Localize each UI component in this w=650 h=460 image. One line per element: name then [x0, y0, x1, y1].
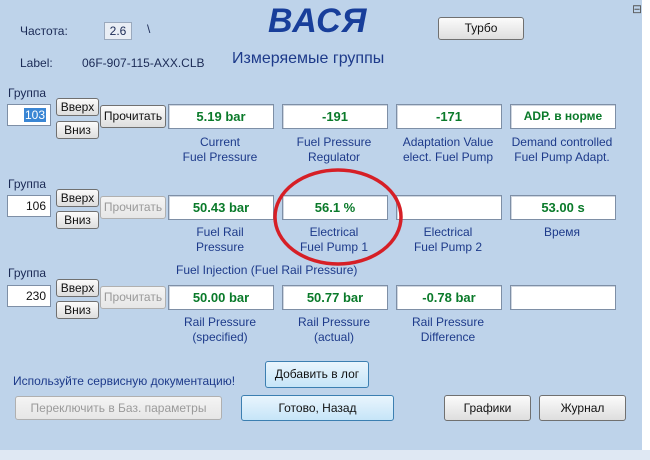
- field-description: Fuel Pressure Regulator: [296, 135, 372, 164]
- group-number-input[interactable]: 103: [7, 104, 51, 126]
- done-back-button[interactable]: Готово, Назад: [241, 395, 394, 421]
- value-field: ADP. в норме: [510, 104, 616, 129]
- field-description: Fuel Rail Pressure: [195, 225, 245, 254]
- group-down-button[interactable]: Вниз: [56, 301, 99, 319]
- frequency-value: 2.6: [104, 22, 132, 40]
- field-description: Rail Pressure (specified): [183, 315, 257, 344]
- service-docs-note: Используйте сервисную документацию!: [13, 374, 236, 388]
- read-group-button[interactable]: Прочитать: [100, 105, 166, 128]
- group-down-button[interactable]: Вниз: [56, 121, 99, 139]
- group-down-button[interactable]: Вниз: [56, 211, 99, 229]
- graphs-button[interactable]: Графики: [444, 395, 531, 421]
- field-description: Adaptation Value elect. Fuel Pump: [402, 135, 494, 164]
- group-label: Группа: [8, 266, 47, 280]
- window-bottom-strip: [0, 450, 650, 460]
- window-edge: [642, 0, 650, 450]
- group-up-button[interactable]: Вверх: [56, 279, 99, 297]
- value-field: -0.78 bar: [396, 285, 502, 310]
- group-label: Группа: [8, 86, 47, 100]
- journal-button[interactable]: Журнал: [539, 395, 626, 421]
- group-number-value: 103: [23, 108, 46, 122]
- group-up-button[interactable]: Вверх: [56, 189, 99, 207]
- value-field: 50.00 bar: [168, 285, 274, 310]
- measuring-groups-window: Частота: 2.6 \ Label: 06F-907-115-AXX.CL…: [0, 0, 643, 451]
- frequency-label: Частота:: [20, 24, 68, 38]
- measuring-groups-title: Измеряемые группы: [232, 50, 385, 67]
- app-title: ВАСЯ: [268, 2, 368, 40]
- value-field: -171: [396, 104, 502, 129]
- switch-basic-params-button[interactable]: Переключить в Баз. параметры: [15, 396, 222, 420]
- value-field: 5.19 bar: [168, 104, 274, 129]
- group-number-input[interactable]: 106: [7, 195, 51, 217]
- group-up-button[interactable]: Вверх: [56, 98, 99, 116]
- value-field: 50.77 bar: [282, 285, 388, 310]
- label-caption: Label:: [20, 56, 53, 70]
- annotation-circle: [273, 168, 403, 266]
- group-number-input[interactable]: 230: [7, 285, 51, 307]
- field-description: Rail Pressure (actual): [297, 315, 371, 344]
- read-group-button[interactable]: Прочитать: [100, 286, 166, 309]
- close-icon[interactable]: ⊟: [632, 2, 642, 16]
- frequency-separator: \: [147, 22, 151, 36]
- group-label: Группа: [8, 177, 47, 191]
- field-description: Current Fuel Pressure: [182, 135, 258, 164]
- field-description: Demand controlled Fuel Pump Adapt.: [511, 135, 613, 164]
- read-group-button[interactable]: Прочитать: [100, 196, 166, 219]
- value-field: 53.00 s: [510, 195, 616, 220]
- label-file-value: 06F-907-115-AXX.CLB: [82, 56, 205, 70]
- value-field: 50.43 bar: [168, 195, 274, 220]
- field-description: Время: [543, 225, 581, 239]
- add-to-log-button[interactable]: Добавить в лог: [265, 361, 369, 388]
- turbo-button[interactable]: Турбо: [438, 17, 524, 40]
- value-field: -191: [282, 104, 388, 129]
- value-field: [396, 195, 502, 220]
- value-field: [510, 285, 616, 310]
- field-description: Rail Pressure Difference: [411, 315, 485, 344]
